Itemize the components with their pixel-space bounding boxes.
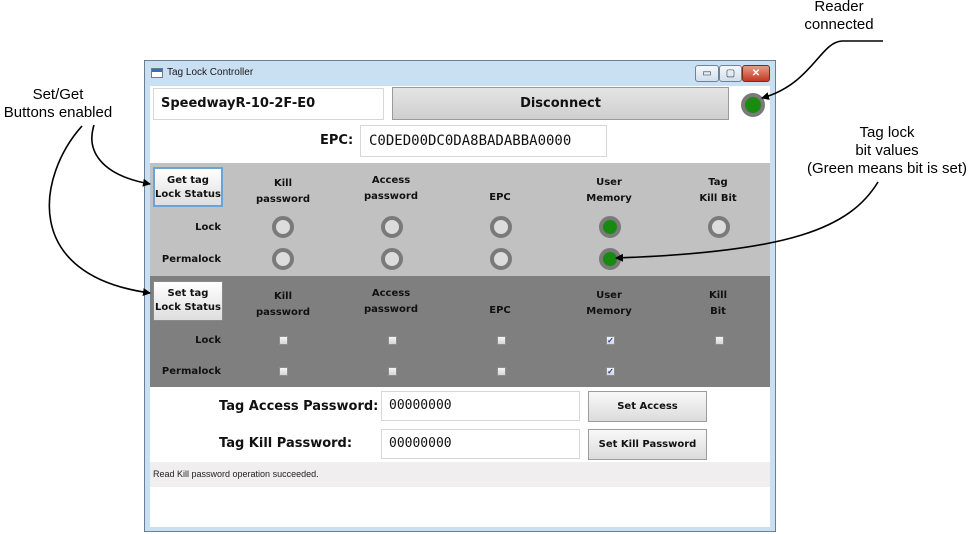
arrow-tag-lock-bits bbox=[615, 181, 879, 262]
arrow-set-button bbox=[48, 125, 151, 296]
annotation-arrows bbox=[48, 40, 883, 296]
arrow-get-button bbox=[91, 124, 151, 187]
arrow-reader-connected bbox=[761, 40, 883, 100]
